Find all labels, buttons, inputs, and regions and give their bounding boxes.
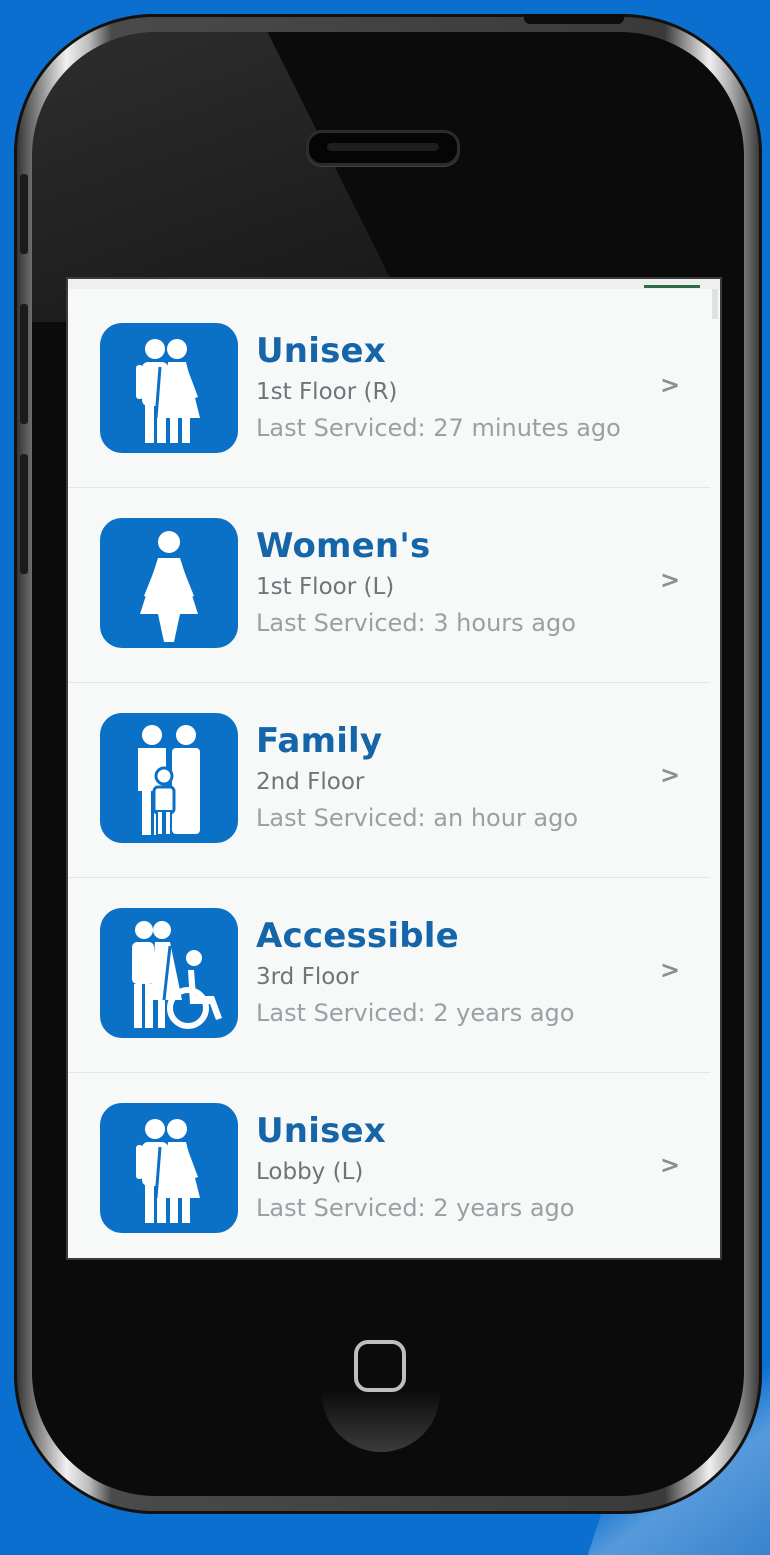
accessible-restroom-icon [100,908,238,1038]
last-serviced-text: Last Serviced: an hour ago [256,804,579,832]
restroom-list-item[interactable]: Family 2nd Floor Last Serviced: an hour … [68,683,710,878]
restroom-location: Lobby (L) [256,1159,364,1185]
restroom-list-item[interactable]: Women's 1st Floor (L) Last Serviced: 3 h… [68,488,710,683]
volume-up-button [20,304,28,424]
restroom-name: Unisex [256,331,386,371]
chevron-right-icon[interactable]: > [660,956,680,984]
status-indicator [644,285,700,288]
restroom-name: Accessible [256,916,459,956]
last-serviced-text: Last Serviced: 27 minutes ago [256,414,621,442]
restroom-location: 1st Floor (L) [256,574,395,600]
restroom-list-item[interactable]: Accessible 3rd Floor Last Serviced: 2 ye… [68,878,710,1073]
app-screen: Unisex 1st Floor (R) Last Serviced: 27 m… [66,277,722,1260]
restroom-location: 2nd Floor [256,769,365,795]
restroom-list-item[interactable]: Unisex 1st Floor (R) Last Serviced: 27 m… [68,293,710,488]
chevron-right-icon[interactable]: > [660,371,680,399]
sleep-button [524,14,624,24]
family-restroom-icon [100,713,238,843]
restroom-location: 1st Floor (R) [256,379,398,405]
unisex-restroom-icon [100,1103,238,1233]
last-serviced-text: Last Serviced: 2 years ago [256,1194,575,1222]
chevron-right-icon[interactable]: > [660,1151,680,1179]
mute-switch [20,174,28,254]
restroom-location: 3rd Floor [256,964,359,990]
scrollbar[interactable] [712,289,718,319]
last-serviced-text: Last Serviced: 3 hours ago [256,609,576,637]
earpiece-speaker [306,130,460,166]
restroom-name: Women's [256,526,431,566]
restroom-list-item[interactable]: Unisex Lobby (L) Last Serviced: 2 years … [68,1073,710,1258]
unisex-restroom-icon [100,323,238,453]
last-serviced-text: Last Serviced: 2 years ago [256,999,575,1027]
chevron-right-icon[interactable]: > [660,566,680,594]
restroom-name: Family [256,721,383,761]
chevron-right-icon[interactable]: > [660,761,680,789]
restroom-name: Unisex [256,1111,386,1151]
volume-down-button [20,454,28,574]
home-button[interactable] [354,1340,406,1392]
status-bar [68,279,720,289]
restroom-list: Unisex 1st Floor (R) Last Serviced: 27 m… [68,293,710,1258]
womens-restroom-icon [100,518,238,648]
